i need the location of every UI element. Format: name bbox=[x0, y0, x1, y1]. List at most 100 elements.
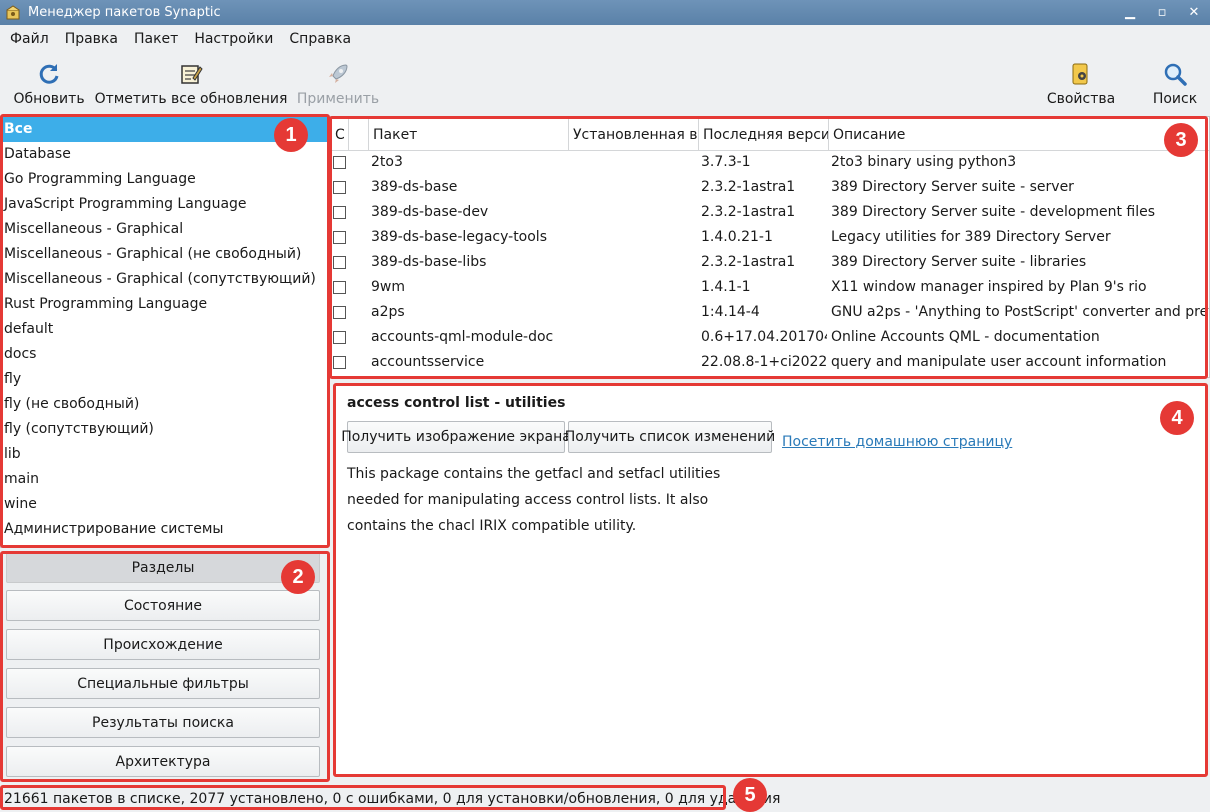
section-item[interactable]: JavaScript Programming Language bbox=[1, 192, 327, 217]
latest-version: 3.7.3-1 bbox=[701, 154, 751, 170]
installed-version bbox=[571, 350, 697, 375]
minimize-icon[interactable]: ▁ bbox=[1114, 0, 1146, 25]
installed-version bbox=[571, 250, 697, 275]
installed-version bbox=[571, 225, 697, 250]
table-row[interactable]: 389-ds-base 2.3.2-1astra1 389 Directory … bbox=[331, 175, 1209, 200]
package-checkbox[interactable] bbox=[333, 306, 346, 319]
package-name: 9wm bbox=[371, 279, 405, 295]
section-item[interactable]: Rust Programming Language bbox=[1, 292, 327, 317]
table-row[interactable]: 9wm 1.4.1-1 X11 window manager inspired … bbox=[331, 275, 1209, 300]
package-description: 389 Directory Server suite - server bbox=[831, 179, 1074, 195]
reload-button[interactable]: Обновить bbox=[13, 56, 85, 110]
package-description: Legacy utilities for 389 Directory Serve… bbox=[831, 229, 1111, 245]
maximize-icon[interactable]: ▫ bbox=[1146, 0, 1178, 25]
filter-custom-button[interactable]: Специальные фильтры bbox=[6, 668, 320, 699]
filter-status-button[interactable]: Состояние bbox=[6, 590, 320, 621]
package-name: 389-ds-base-libs bbox=[371, 254, 487, 270]
section-item[interactable]: default bbox=[1, 317, 327, 342]
search-button[interactable]: Поиск bbox=[1146, 56, 1204, 110]
package-name: a2ps bbox=[371, 304, 405, 320]
column-package[interactable]: Пакет bbox=[369, 119, 569, 151]
callout-badge-5: 5 bbox=[733, 778, 767, 812]
homepage-link[interactable]: Посетить домашнюю страницу bbox=[782, 434, 1012, 450]
apply-button[interactable]: Применить bbox=[297, 56, 379, 110]
package-name: accountsservice bbox=[371, 354, 485, 370]
latest-version: 22.08.8-1+ci202209 bbox=[701, 354, 827, 370]
package-name: 2to3 bbox=[371, 154, 403, 170]
table-row[interactable]: 2to3 3.7.3-1 2to3 binary using python3 bbox=[331, 150, 1209, 175]
package-checkbox[interactable] bbox=[333, 206, 346, 219]
table-row[interactable]: 389-ds-base-libs 2.3.2-1astra1 389 Direc… bbox=[331, 250, 1209, 275]
status-text: 21661 пакетов в списке, 2077 установлено… bbox=[4, 791, 781, 807]
installed-version bbox=[571, 175, 697, 200]
package-name: accounts-qml-module-doc bbox=[371, 329, 554, 345]
section-item[interactable]: Администрирование системы bbox=[1, 517, 327, 542]
section-item[interactable]: Miscellaneous - Graphical bbox=[1, 217, 327, 242]
column-latest-version[interactable]: Последняя версия bbox=[699, 119, 829, 151]
column-installed-version[interactable]: Установленная версия bbox=[569, 119, 699, 151]
installed-version bbox=[571, 150, 697, 175]
latest-version: 2.3.2-1astra1 bbox=[701, 254, 796, 270]
section-item[interactable]: fly (сопутствующий) bbox=[1, 417, 327, 442]
table-row[interactable]: a2ps 1:4.14-4 GNU a2ps - 'Anything to Po… bbox=[331, 300, 1209, 325]
section-item[interactable]: Miscellaneous - Graphical (сопутствующий… bbox=[1, 267, 327, 292]
section-item[interactable]: Go Programming Language bbox=[1, 167, 327, 192]
section-item[interactable]: docs bbox=[1, 342, 327, 367]
mark-upgrades-icon bbox=[177, 60, 205, 88]
menu-help[interactable]: Справка bbox=[281, 31, 359, 47]
table-row[interactable]: accounts-qml-module-doc 0.6+17.04.201704… bbox=[331, 325, 1209, 350]
package-description: X11 window manager inspired by Plan 9's … bbox=[831, 279, 1147, 295]
get-screenshot-button[interactable]: Получить изображение экрана bbox=[341, 421, 571, 453]
properties-button[interactable]: Свойства bbox=[1046, 56, 1116, 110]
package-details-panel: access control list - utilities Получить… bbox=[334, 384, 1206, 776]
filter-origin-button[interactable]: Происхождение bbox=[6, 629, 320, 660]
menu-package[interactable]: Пакет bbox=[126, 31, 186, 47]
menu-edit[interactable]: Правка bbox=[57, 31, 126, 47]
column-status[interactable]: С bbox=[331, 119, 349, 151]
latest-version: 2.3.2-1astra1 bbox=[701, 204, 796, 220]
sections-list: Все Database Go Programming Language Jav… bbox=[0, 116, 328, 548]
callout-badge-1: 1 bbox=[274, 118, 308, 152]
installed-version bbox=[571, 275, 697, 300]
section-item[interactable]: Miscellaneous - Graphical (не свободный) bbox=[1, 242, 327, 267]
get-changelog-button[interactable]: Получить список изменений bbox=[565, 421, 775, 453]
filter-sections-button[interactable]: Разделы bbox=[6, 552, 320, 583]
mark-all-upgrades-button[interactable]: Отметить все обновления bbox=[95, 56, 287, 110]
callout-badge-4: 4 bbox=[1160, 401, 1194, 435]
latest-version: 1.4.0.21-1 bbox=[701, 229, 773, 245]
package-name: 389-ds-base-dev bbox=[371, 204, 489, 220]
column-support[interactable] bbox=[349, 119, 369, 151]
column-description[interactable]: Описание bbox=[829, 119, 1209, 151]
package-checkbox[interactable] bbox=[333, 256, 346, 269]
section-item[interactable]: main bbox=[1, 467, 327, 492]
section-item[interactable]: wine bbox=[1, 492, 327, 517]
menu-settings[interactable]: Настройки bbox=[186, 31, 281, 47]
installed-version bbox=[571, 325, 697, 350]
package-checkbox[interactable] bbox=[333, 181, 346, 194]
section-item[interactable]: fly bbox=[1, 367, 327, 392]
status-bar: 21661 пакетов в списке, 2077 установлено… bbox=[0, 786, 1210, 812]
table-row[interactable]: 389-ds-base-dev 2.3.2-1astra1 389 Direct… bbox=[331, 200, 1209, 225]
close-icon[interactable]: ✕ bbox=[1178, 0, 1210, 25]
properties-label: Свойства bbox=[1046, 91, 1116, 107]
section-item[interactable]: fly (не свободный) bbox=[1, 392, 327, 417]
table-row[interactable]: 389-ds-base-legacy-tools 1.4.0.21-1 Lega… bbox=[331, 225, 1209, 250]
window-titlebar: Менеджер пакетов Synaptic ▁ ▫ ✕ bbox=[0, 0, 1210, 25]
package-name: 389-ds-base bbox=[371, 179, 458, 195]
filter-search-results-button[interactable]: Результаты поиска bbox=[6, 707, 320, 738]
package-checkbox[interactable] bbox=[333, 356, 346, 369]
installed-version bbox=[571, 200, 697, 225]
search-label: Поиск bbox=[1152, 91, 1198, 107]
section-item[interactable]: lib bbox=[1, 442, 327, 467]
table-row[interactable]: accountsservice 22.08.8-1+ci202209 query… bbox=[331, 350, 1209, 375]
table-header: С Пакет Установленная версия Последняя в… bbox=[331, 119, 1209, 151]
package-checkbox[interactable] bbox=[333, 281, 346, 294]
callout-badge-3: 3 bbox=[1164, 123, 1198, 157]
package-checkbox[interactable] bbox=[333, 331, 346, 344]
menu-file[interactable]: Файл bbox=[2, 31, 57, 47]
package-name: 389-ds-base-legacy-tools bbox=[371, 229, 547, 245]
package-checkbox[interactable] bbox=[333, 156, 346, 169]
filter-architecture-button[interactable]: Архитектура bbox=[6, 746, 320, 777]
latest-version: 2.3.2-1astra1 bbox=[701, 179, 796, 195]
package-checkbox[interactable] bbox=[333, 231, 346, 244]
